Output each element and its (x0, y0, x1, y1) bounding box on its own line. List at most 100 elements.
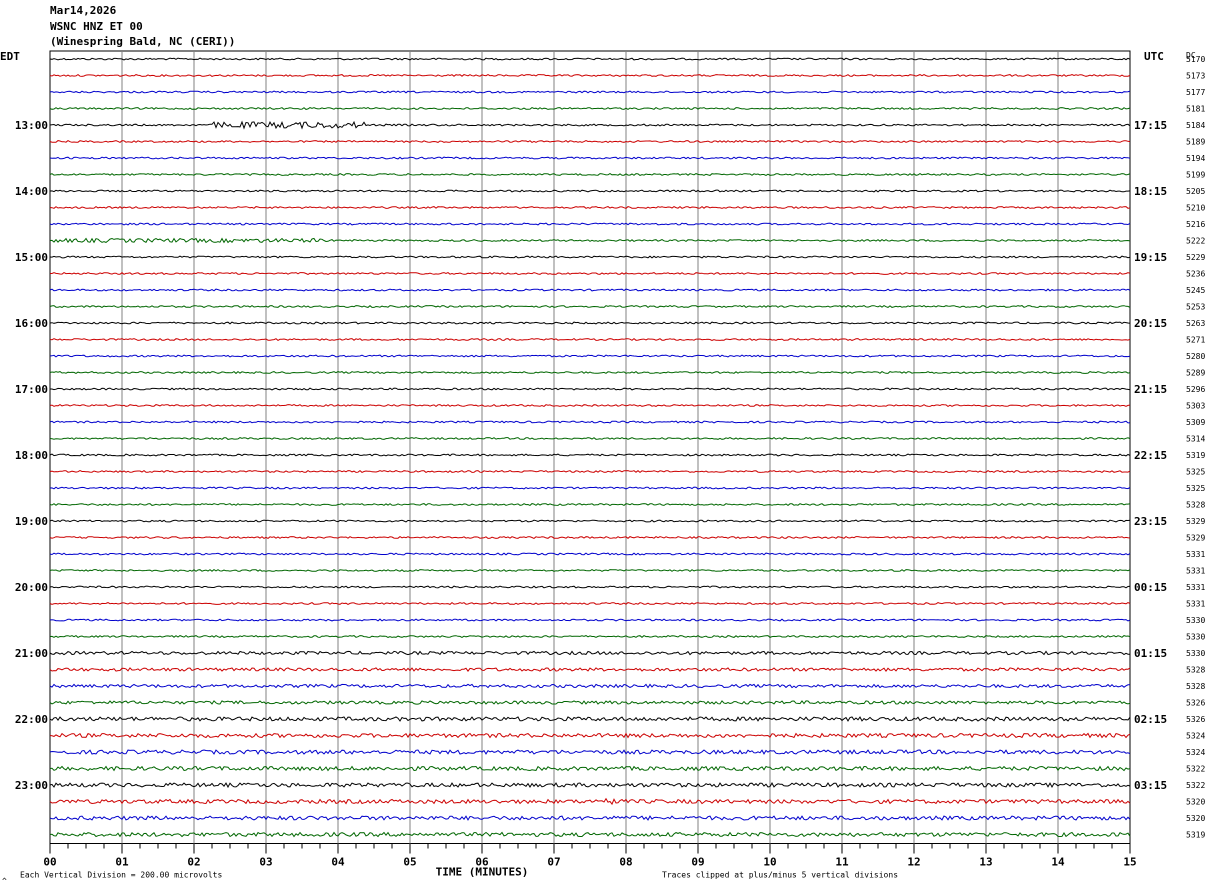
dc-offset-label: 5199 (1186, 171, 1205, 180)
x-tick-label: 01 (115, 856, 129, 869)
x-tick-label: 02 (187, 856, 200, 869)
utc-hour-label: 19:15 (1134, 251, 1167, 264)
dc-offset-label: 5303 (1186, 402, 1205, 411)
utc-hour-label: 20:15 (1134, 317, 1167, 330)
dc-offset-label: 5271 (1186, 336, 1205, 345)
seismic-trace (49, 568, 1131, 573)
dc-offset-label: 5194 (1186, 154, 1205, 163)
dc-offset-label: 5181 (1186, 105, 1205, 114)
x-axis-label: TIME (MINUTES) (436, 866, 529, 879)
seismic-trace (49, 782, 1131, 789)
seismic-trace (49, 797, 1131, 806)
utc-hour-label: 00:15 (1134, 581, 1167, 594)
dc-offset-label: 5330 (1186, 616, 1205, 625)
seismic-trace (49, 337, 1131, 342)
edt-hour-label: 17:00 (15, 383, 48, 396)
edt-hour-label: 14:00 (15, 185, 48, 198)
dc-offset-label: 5289 (1186, 369, 1205, 378)
seismic-trace (49, 618, 1131, 622)
seismic-trace (49, 237, 1131, 244)
seismic-trace (49, 634, 1131, 638)
seismic-trace (49, 354, 1131, 358)
x-tick-label: 15 (1123, 856, 1136, 869)
seismic-trace (49, 120, 1131, 130)
dc-offset-label: 5320 (1186, 798, 1205, 807)
seismic-trace (50, 387, 1131, 391)
clip-note: Traces clipped at plus/minus 5 vertical … (662, 871, 898, 880)
dc-offset-label: 5189 (1186, 138, 1205, 147)
seismic-trace (49, 321, 1131, 325)
seismic-trace (49, 304, 1131, 309)
seismic-trace (49, 106, 1131, 111)
dc-offset-label: 5236 (1186, 270, 1205, 279)
x-tick-label: 13 (979, 856, 992, 869)
edt-hour-label: 16:00 (15, 317, 48, 330)
dc-offset-label: 5319 (1186, 831, 1205, 840)
dc-offset-label: 5309 (1186, 418, 1205, 427)
x-tick-label: 11 (835, 856, 849, 869)
edt-axis-label: EDT (0, 50, 20, 63)
edt-hour-label: 22:00 (15, 713, 48, 726)
dc-offset-label: 5329 (1186, 517, 1205, 526)
seismic-trace (49, 815, 1131, 821)
seismic-trace (49, 403, 1131, 408)
seismic-trace (49, 436, 1131, 441)
dc-offset-label: 5326 (1186, 699, 1205, 708)
utc-hour-label: 18:15 (1134, 185, 1167, 198)
seismic-trace (49, 601, 1131, 605)
dc-offset-label: 5280 (1186, 352, 1205, 361)
seismic-trace (49, 222, 1131, 226)
dc-offset-label: 5173 (1186, 72, 1205, 81)
vertical-scale-note: Each Vertical Division = 200.00 microvol… (20, 871, 222, 880)
dc-offset-label: 5328 (1186, 682, 1205, 691)
dc-offset-label: 5253 (1186, 303, 1205, 312)
dc-offset-label: 5263 (1186, 319, 1205, 328)
dc-offset-label: 5296 (1186, 385, 1205, 394)
dc-offset-label: 5319 (1186, 451, 1205, 460)
edt-hour-label: 19:00 (15, 515, 48, 528)
dc-offset-label: 5210 (1186, 204, 1205, 213)
dc-offset-label: 5331 (1186, 567, 1205, 576)
dc-offset-label: 5322 (1186, 781, 1205, 790)
utc-hour-label: 01:15 (1134, 647, 1167, 660)
seismic-trace (49, 469, 1131, 474)
utc-hour-label: 03:15 (1134, 779, 1167, 792)
dc-offset-label: 5322 (1186, 765, 1205, 774)
dc-offset-label: 5330 (1186, 633, 1205, 642)
edt-hour-label: 20:00 (15, 581, 48, 594)
utc-hour-label: 17:15 (1134, 119, 1167, 132)
seismic-trace (49, 486, 1131, 490)
x-tick-label: 09 (691, 856, 704, 869)
dc-offset-label: 5205 (1186, 187, 1205, 196)
x-tick-label: 07 (547, 856, 560, 869)
seismic-trace (49, 90, 1131, 94)
dc-offset-label: 5328 (1186, 666, 1205, 675)
seismic-trace (49, 535, 1131, 540)
seismic-trace (49, 139, 1131, 144)
seismic-trace (49, 420, 1131, 424)
seismic-trace (50, 271, 1131, 276)
dc-offset-label: 5331 (1186, 600, 1205, 609)
corner-mark: ^ (2, 877, 7, 886)
utc-hour-label: 02:15 (1134, 713, 1167, 726)
utc-hour-label: 22:15 (1134, 449, 1167, 462)
seismic-trace (49, 453, 1131, 457)
seismic-trace (49, 650, 1131, 656)
seismic-trace (49, 683, 1131, 689)
edt-hour-label: 15:00 (15, 251, 48, 264)
seismic-trace (49, 831, 1131, 838)
seismic-trace (49, 732, 1131, 739)
seismic-trace (49, 585, 1131, 589)
utc-hour-label: 23:15 (1134, 515, 1167, 528)
x-tick-label: 05 (403, 856, 416, 869)
dc-offset-label: 5329 (1186, 534, 1205, 543)
x-tick-label: 04 (331, 856, 345, 869)
seismic-trace (49, 189, 1131, 193)
seismic-trace (49, 716, 1131, 722)
x-tick-label: 03 (259, 856, 272, 869)
seismic-trace (49, 502, 1131, 507)
edt-hour-label: 21:00 (15, 647, 48, 660)
dc-offset-label: 5330 (1186, 649, 1205, 658)
seismic-trace (49, 667, 1131, 672)
dc-offset-label: 5320 (1186, 814, 1205, 823)
